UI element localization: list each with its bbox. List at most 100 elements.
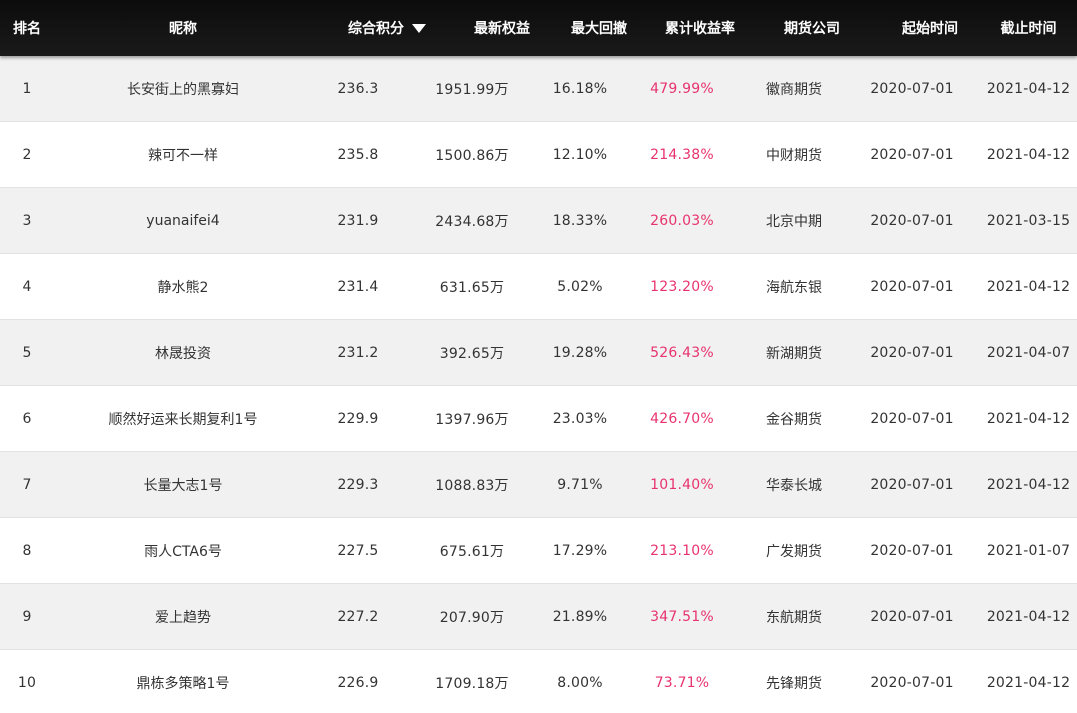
cell-equity: 1397.96万 bbox=[435, 411, 509, 428]
table-row[interactable]: 9 爱上趋势 227.2 207.90万 21.89% 347.51% 东航期货 2020-0… bbox=[0, 584, 1077, 650]
cell-nickname: yuanaifei4 bbox=[146, 212, 220, 229]
cell-end-date: 2021-04-12 bbox=[986, 608, 1071, 625]
cell-score: 229.9 bbox=[337, 410, 379, 427]
cell-drawdown: 12.10% bbox=[552, 146, 608, 163]
cell-drawdown: 17.29% bbox=[552, 542, 608, 559]
cell-drawdown: 9.71% bbox=[557, 476, 603, 493]
triangle-down-icon[interactable] bbox=[412, 24, 426, 33]
cell-start-date: 2020-07-01 bbox=[870, 278, 954, 295]
cell-broker: 中财期货 bbox=[766, 147, 822, 164]
cell-broker: 金谷期货 bbox=[766, 411, 822, 428]
cell-start-date: 2020-07-01 bbox=[870, 476, 954, 493]
cell-start-date: 2020-07-01 bbox=[870, 80, 954, 97]
cell-equity: 392.65万 bbox=[439, 345, 505, 362]
cell-drawdown: 16.18% bbox=[552, 80, 608, 97]
cell-rank: 9 bbox=[22, 608, 32, 625]
cell-return: 479.99% bbox=[650, 80, 714, 97]
cell-broker: 东航期货 bbox=[766, 609, 822, 626]
cell-score: 236.3 bbox=[337, 80, 379, 97]
cell-return: 123.20% bbox=[650, 278, 714, 295]
cell-nickname: 长量大志1号 bbox=[143, 477, 223, 494]
cell-broker: 先锋期货 bbox=[766, 675, 822, 692]
cell-return: 526.43% bbox=[650, 344, 714, 361]
cell-rank: 2 bbox=[22, 146, 32, 163]
cell-score: 235.8 bbox=[337, 146, 379, 163]
header-end-date[interactable]: 截止时间 bbox=[980, 0, 1077, 56]
cell-equity: 1500.86万 bbox=[435, 147, 509, 164]
cell-rank: 5 bbox=[22, 344, 32, 361]
cell-drawdown: 23.03% bbox=[552, 410, 608, 427]
table-row[interactable]: 6 顺然好运来长期复利1号 229.9 1397.96万 23.03% 426.70% 金谷… bbox=[0, 386, 1077, 452]
cell-end-date: 2021-04-07 bbox=[986, 344, 1071, 361]
cell-start-date: 2020-07-01 bbox=[870, 608, 954, 625]
table-row[interactable]: 1 长安街上的黑寡妇 236.3 1951.99万 16.18% 479.99% 徽商期货 2… bbox=[0, 56, 1077, 122]
table-body: 1 长安街上的黑寡妇 236.3 1951.99万 16.18% 479.99% 徽商期货 2… bbox=[0, 56, 1077, 713]
cell-rank: 4 bbox=[22, 278, 32, 295]
cell-nickname: 辣可不一样 bbox=[148, 147, 218, 164]
cell-nickname: 顺然好运来长期复利1号 bbox=[108, 411, 258, 428]
table-row[interactable]: 10 鼎栋多策略1号 226.9 1709.18万 8.00% 73.71% 先锋期货 202… bbox=[0, 650, 1077, 713]
cell-return: 101.40% bbox=[650, 476, 714, 493]
table-row[interactable]: 4 静水熊2 231.4 631.65万 5.02% 123.20% 海航东银 2020-07… bbox=[0, 254, 1077, 320]
header-score-sortable[interactable]: 综合积分 bbox=[312, 0, 462, 56]
cell-drawdown: 5.02% bbox=[557, 278, 603, 295]
cell-broker: 广发期货 bbox=[766, 543, 822, 560]
header-start-date[interactable]: 起始时间 bbox=[880, 0, 980, 56]
header-rank[interactable]: 排名 bbox=[0, 0, 54, 56]
cell-score: 229.3 bbox=[337, 476, 379, 493]
header-return[interactable]: 累计收益率 bbox=[656, 0, 744, 56]
cell-nickname: 雨人CTA6号 bbox=[144, 543, 222, 560]
cell-equity: 207.90万 bbox=[439, 609, 505, 626]
cell-equity: 1088.83万 bbox=[435, 477, 509, 494]
table-row[interactable]: 8 雨人CTA6号 227.5 675.61万 17.29% 213.10% 广发期货 202… bbox=[0, 518, 1077, 584]
cell-rank: 10 bbox=[17, 674, 37, 691]
cell-rank: 6 bbox=[22, 410, 32, 427]
header-score-label: 综合积分 bbox=[348, 21, 404, 37]
cell-score: 227.5 bbox=[337, 542, 379, 559]
cell-equity: 1709.18万 bbox=[435, 675, 509, 692]
cell-broker: 新湖期货 bbox=[766, 345, 822, 362]
cell-return: 347.51% bbox=[650, 608, 714, 625]
cell-broker: 海航东银 bbox=[766, 279, 822, 296]
cell-nickname: 静水熊2 bbox=[157, 279, 209, 296]
cell-broker: 华泰长城 bbox=[766, 477, 822, 494]
cell-drawdown: 18.33% bbox=[552, 212, 608, 229]
cell-drawdown: 21.89% bbox=[552, 608, 608, 625]
header-equity[interactable]: 最新权益 bbox=[462, 0, 542, 56]
cell-equity: 631.65万 bbox=[439, 279, 505, 296]
cell-rank: 7 bbox=[22, 476, 32, 493]
cell-return: 426.70% bbox=[650, 410, 714, 427]
cell-drawdown: 8.00% bbox=[557, 674, 603, 691]
cell-return: 213.10% bbox=[650, 542, 714, 559]
cell-drawdown: 19.28% bbox=[552, 344, 608, 361]
cell-equity: 675.61万 bbox=[439, 543, 505, 560]
cell-score: 226.9 bbox=[337, 674, 379, 691]
cell-end-date: 2021-03-15 bbox=[986, 212, 1071, 229]
cell-end-date: 2021-04-12 bbox=[986, 278, 1071, 295]
table-row[interactable]: 7 长量大志1号 229.3 1088.83万 9.71% 101.40% 华泰长城 2020… bbox=[0, 452, 1077, 518]
cell-equity: 1951.99万 bbox=[435, 81, 509, 98]
cell-score: 231.4 bbox=[337, 278, 379, 295]
cell-broker: 徽商期货 bbox=[766, 81, 822, 98]
cell-return: 260.03% bbox=[650, 212, 714, 229]
cell-start-date: 2020-07-01 bbox=[870, 146, 954, 163]
table-row[interactable]: 3 yuanaifei4 231.9 2434.68万 18.33% 260.03% 北京中… bbox=[0, 188, 1077, 254]
cell-nickname: 林晟投资 bbox=[155, 345, 211, 362]
cell-nickname: 鼎栋多策略1号 bbox=[136, 675, 230, 692]
ranking-table: 排名 昵称 综合积分 最新权益 最大回撤 累计收益率 期货公司 起始时间 截止时… bbox=[0, 0, 1077, 713]
cell-nickname: 爱上趋势 bbox=[155, 609, 211, 626]
table-row[interactable]: 2 辣可不一样 235.8 1500.86万 12.10% 214.38% 中财期货 2020… bbox=[0, 122, 1077, 188]
cell-broker: 北京中期 bbox=[766, 213, 822, 230]
cell-rank: 3 bbox=[22, 212, 32, 229]
cell-start-date: 2020-07-01 bbox=[870, 410, 954, 427]
cell-end-date: 2021-01-07 bbox=[986, 542, 1071, 559]
cell-end-date: 2021-04-12 bbox=[986, 674, 1071, 691]
cell-rank: 8 bbox=[22, 542, 32, 559]
header-drawdown[interactable]: 最大回撤 bbox=[542, 0, 656, 56]
cell-score: 227.2 bbox=[337, 608, 379, 625]
cell-return: 214.38% bbox=[650, 146, 714, 163]
header-nickname[interactable]: 昵称 bbox=[54, 0, 312, 56]
cell-start-date: 2020-07-01 bbox=[870, 344, 954, 361]
table-row[interactable]: 5 林晟投资 231.2 392.65万 19.28% 526.43% 新湖期货 2020-0… bbox=[0, 320, 1077, 386]
header-broker[interactable]: 期货公司 bbox=[744, 0, 880, 56]
